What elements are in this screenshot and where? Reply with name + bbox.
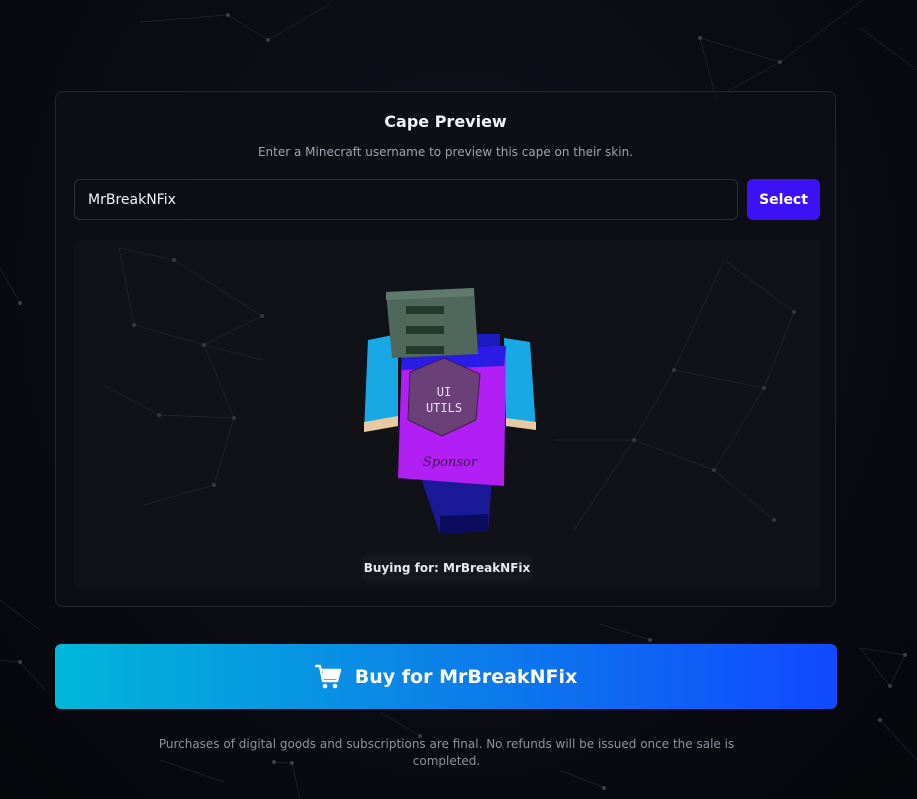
- buying-for-label: Buying for: MrBreakNFix: [362, 555, 532, 581]
- cape-logo-line1: UI: [437, 385, 451, 399]
- cape-logo-line2: UTILS: [426, 401, 462, 415]
- refund-disclaimer: Purchases of digital goods and subscript…: [158, 737, 735, 768]
- card-title: Cape Preview: [384, 112, 507, 131]
- minecraft-skin-model: UI UTILS Sponsor: [364, 288, 536, 534]
- card-subtitle: Enter a Minecraft username to preview th…: [257, 145, 634, 159]
- skin-preview-panel[interactable]: UI UTILS Sponsor Buying for: MrBreakNFix: [74, 240, 820, 588]
- buy-button-label: Buy for MrBreakNFix: [354, 665, 578, 688]
- buy-button[interactable]: Buy for MrBreakNFix: [55, 644, 837, 709]
- page-root: Cape Preview Enter a Minecraft username …: [0, 0, 917, 799]
- username-input[interactable]: [74, 179, 738, 220]
- select-button[interactable]: Select: [747, 179, 820, 220]
- cape-preview-card: Cape Preview Enter a Minecraft username …: [55, 91, 836, 607]
- skin-right-arm: [504, 338, 536, 430]
- shopping-cart-icon: [314, 664, 341, 688]
- cape-banner-text: Sponsor: [423, 455, 478, 470]
